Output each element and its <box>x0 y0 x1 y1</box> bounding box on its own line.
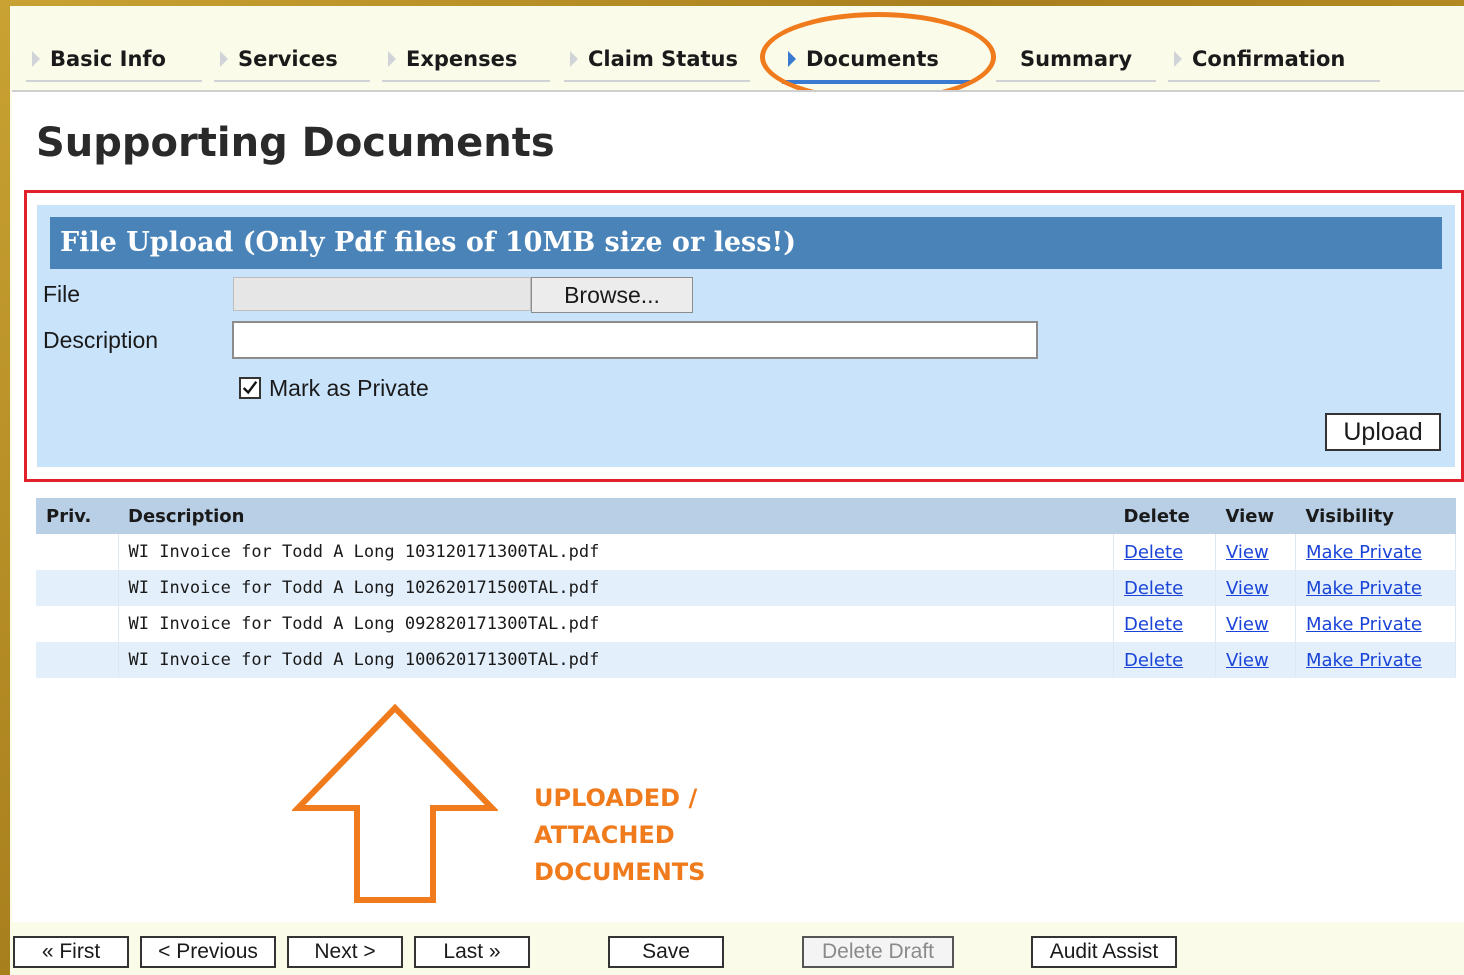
make-private-link[interactable]: Make Private <box>1306 542 1422 563</box>
tab-label: Claim Status <box>588 47 738 71</box>
view-link[interactable]: View <box>1226 614 1269 635</box>
priv-cell <box>36 606 119 642</box>
table-row: WI Invoice for Todd A Long 100620171300T… <box>36 642 1456 678</box>
checkmark-icon <box>242 380 258 395</box>
browse-button[interactable]: Browse... <box>531 277 693 313</box>
first-button[interactable]: « First <box>13 936 129 968</box>
table-row: WI Invoice for Todd A Long 103120171300T… <box>36 534 1456 570</box>
priv-cell <box>36 570 119 606</box>
priv-cell <box>36 642 119 678</box>
delete-draft-button[interactable]: Delete Draft <box>802 936 954 968</box>
delete-link[interactable]: Delete <box>1124 542 1183 563</box>
table-header-row: Priv. Description Delete View Visibility <box>36 498 1456 534</box>
tab-label: Summary <box>1020 47 1133 71</box>
main-panel: Supporting Documents File Upload (Only P… <box>12 90 1464 922</box>
col-header-description: Description <box>118 498 1114 534</box>
file-label: File <box>43 281 81 307</box>
tab-confirmation[interactable]: Confirmation <box>1168 38 1380 82</box>
tab-label: Expenses <box>406 47 518 71</box>
upload-button[interactable]: Upload <box>1325 413 1441 451</box>
description-cell: WI Invoice for Todd A Long 102620171500T… <box>118 570 1114 606</box>
col-header-priv: Priv. <box>36 498 118 534</box>
file-path-field[interactable] <box>233 277 531 311</box>
save-button[interactable]: Save <box>608 936 724 968</box>
description-cell: WI Invoice for Todd A Long 092820171300T… <box>118 606 1114 642</box>
tab-basic-info[interactable]: Basic Info <box>26 38 202 82</box>
page-title: Supporting Documents <box>36 120 555 166</box>
mark-private-label: Mark as Private <box>269 375 429 401</box>
tab-services[interactable]: Services <box>214 38 370 82</box>
tab-claim-status[interactable]: Claim Status <box>564 38 750 82</box>
tab-label: Basic Info <box>50 47 166 71</box>
make-private-link[interactable]: Make Private <box>1306 614 1422 635</box>
annotation-label: UPLOADED / ATTACHED DOCUMENTS <box>534 780 705 891</box>
chevron-right-icon <box>1174 51 1182 67</box>
view-link[interactable]: View <box>1226 578 1269 599</box>
make-private-link[interactable]: Make Private <box>1306 650 1422 671</box>
wizard-tab-bar: Basic Info Services Expenses Claim Statu… <box>10 6 1464 102</box>
tab-summary[interactable]: Summary <box>996 38 1156 82</box>
tab-label: Services <box>238 47 338 71</box>
annotation-line: ATTACHED <box>534 821 675 849</box>
col-header-view: View <box>1215 498 1296 534</box>
previous-button[interactable]: < Previous <box>140 936 276 968</box>
chevron-right-icon <box>32 51 40 67</box>
tab-label: Confirmation <box>1192 47 1346 71</box>
upload-header: File Upload (Only Pdf files of 10MB size… <box>50 217 1442 269</box>
chevron-right-icon <box>388 51 396 67</box>
last-button[interactable]: Last » <box>414 936 530 968</box>
app-frame: Basic Info Services Expenses Claim Statu… <box>10 6 1464 975</box>
delete-link[interactable]: Delete <box>1124 614 1183 635</box>
mark-private-checkbox[interactable] <box>239 377 261 399</box>
description-label: Description <box>43 327 159 353</box>
delete-link[interactable]: Delete <box>1124 650 1183 671</box>
col-header-visibility: Visibility <box>1295 498 1456 534</box>
col-header-delete: Delete <box>1113 498 1216 534</box>
description-input[interactable] <box>232 321 1038 359</box>
chevron-right-icon <box>570 51 578 67</box>
audit-assist-button[interactable]: Audit Assist <box>1031 936 1177 968</box>
annotation-line: DOCUMENTS <box>534 858 706 886</box>
annotation-line: UPLOADED / <box>534 784 698 812</box>
chevron-right-icon <box>1002 51 1010 67</box>
description-cell: WI Invoice for Todd A Long 100620171300T… <box>118 642 1114 678</box>
chevron-right-icon <box>220 51 228 67</box>
documents-table: Priv. Description Delete View Visibility… <box>36 498 1456 678</box>
priv-cell <box>36 534 119 570</box>
highlight-oval <box>760 12 996 102</box>
description-cell: WI Invoice for Todd A Long 103120171300T… <box>118 534 1114 570</box>
file-upload-panel: File Upload (Only Pdf files of 10MB size… <box>37 205 1455 467</box>
make-private-link[interactable]: Make Private <box>1306 578 1422 599</box>
table-row: WI Invoice for Todd A Long 092820171300T… <box>36 606 1456 642</box>
tab-expenses[interactable]: Expenses <box>382 38 550 82</box>
table-row: WI Invoice for Todd A Long 102620171500T… <box>36 570 1456 606</box>
wizard-footer: « First < Previous Next > Last » Save De… <box>10 924 1464 975</box>
next-button[interactable]: Next > <box>287 936 403 968</box>
delete-link[interactable]: Delete <box>1124 578 1183 599</box>
up-arrow-icon <box>292 704 498 903</box>
view-link[interactable]: View <box>1226 542 1269 563</box>
view-link[interactable]: View <box>1226 650 1269 671</box>
upload-highlight-frame: File Upload (Only Pdf files of 10MB size… <box>24 190 1464 482</box>
